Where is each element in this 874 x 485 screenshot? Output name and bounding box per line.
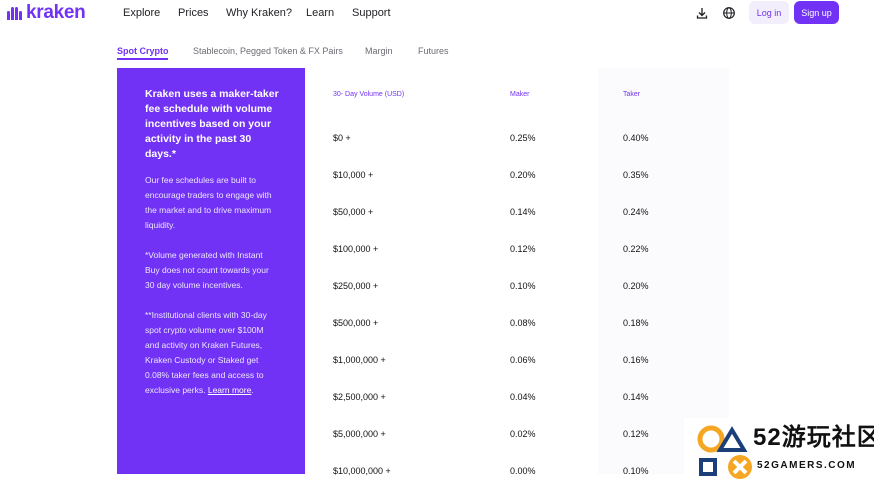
taker-cell: 0.18% <box>623 318 649 328</box>
login-button[interactable]: Log in <box>749 1 789 24</box>
header-volume: 30- Day Volume (USD) <box>333 91 405 98</box>
panel-paragraph-institutional: **Institutional clients with 30-day spot… <box>145 308 277 398</box>
nav-learn[interactable]: Learn <box>306 6 334 20</box>
maker-cell: 0.04% <box>510 392 536 402</box>
kraken-logo-icon <box>7 6 24 20</box>
header-taker: Taker <box>623 91 641 98</box>
tab-spot-crypto[interactable]: Spot Crypto <box>117 44 169 58</box>
maker-cell: 0.02% <box>510 429 536 439</box>
fee-info-panel: Kraken uses a maker-taker fee schedule w… <box>117 68 305 474</box>
volume-cell: $500,000 + <box>333 318 379 328</box>
download-icon[interactable] <box>695 6 709 20</box>
tab-futures[interactable]: Futures <box>418 44 449 58</box>
tab-margin[interactable]: Margin <box>365 44 393 58</box>
taker-cell: 0.24% <box>623 207 649 217</box>
table-row: $10,000,000 + 0.00% 0.10% <box>305 465 729 485</box>
volume-cell: $1,000,000 + <box>333 355 386 365</box>
volume-cell: $10,000 + <box>333 170 374 180</box>
learn-more-suffix: . <box>251 385 254 395</box>
table-row: $50,000 + 0.14% 0.24% <box>305 206 729 243</box>
table-row: $5,000,000 + 0.02% 0.12% <box>305 428 729 465</box>
maker-cell: 0.10% <box>510 281 536 291</box>
nav-prices[interactable]: Prices <box>178 6 209 20</box>
volume-cell: $100,000 + <box>333 244 379 254</box>
header-maker: Maker <box>510 91 530 98</box>
taker-cell: 0.22% <box>623 244 649 254</box>
maker-cell: 0.20% <box>510 170 536 180</box>
table-row: $250,000 + 0.10% 0.20% <box>305 280 729 317</box>
tab-stablecoin[interactable]: Stablecoin, Pegged Token & FX Pairs <box>193 44 343 58</box>
kraken-logo-text: kraken <box>26 2 86 23</box>
top-navbar: kraken Explore Prices Why Kraken? Learn … <box>0 0 874 26</box>
active-tab-indicator <box>117 58 168 60</box>
table-row: $10,000 + 0.20% 0.35% <box>305 169 729 206</box>
institutional-text: **Institutional clients with 30-day spot… <box>145 310 267 395</box>
maker-cell: 0.14% <box>510 207 536 217</box>
table-row: $2,500,000 + 0.04% 0.14% <box>305 391 729 428</box>
volume-cell: $5,000,000 + <box>333 429 386 439</box>
panel-headline: Kraken uses a maker-taker fee schedule w… <box>145 88 279 160</box>
fee-table: 30- Day Volume (USD) Maker Taker $0 + 0.… <box>305 68 729 476</box>
learn-more-link[interactable]: Learn more <box>208 385 251 395</box>
signup-button[interactable]: Sign up <box>794 1 839 24</box>
nav-why-kraken[interactable]: Why Kraken? <box>226 6 292 20</box>
panel-paragraph-instant-buy: *Volume generated with Instant Buy does … <box>145 250 269 290</box>
maker-cell: 0.12% <box>510 244 536 254</box>
nav-explore[interactable]: Explore <box>123 6 160 20</box>
watermark-logo-icon <box>697 425 752 479</box>
taker-cell: 0.40% <box>623 133 649 143</box>
table-row: $100,000 + 0.12% 0.22% <box>305 243 729 280</box>
volume-cell: $2,500,000 + <box>333 392 386 402</box>
volume-cell: $250,000 + <box>333 281 379 291</box>
volume-cell: $0 + <box>333 133 351 143</box>
taker-cell: 0.16% <box>623 355 649 365</box>
taker-cell: 0.14% <box>623 392 649 402</box>
maker-cell: 0.25% <box>510 133 536 143</box>
taker-cell: 0.12% <box>623 429 649 439</box>
taker-cell: 0.10% <box>623 466 649 476</box>
table-row: $1,000,000 + 0.06% 0.16% <box>305 354 729 391</box>
nav-support[interactable]: Support <box>352 6 391 20</box>
volume-cell: $10,000,000 + <box>333 466 391 476</box>
watermark-text: 52游玩社区 <box>753 424 874 451</box>
globe-icon[interactable] <box>722 6 736 20</box>
maker-cell: 0.08% <box>510 318 536 328</box>
table-row: $500,000 + 0.08% 0.18% <box>305 317 729 354</box>
volume-cell: $50,000 + <box>333 207 374 217</box>
maker-cell: 0.00% <box>510 466 536 476</box>
maker-cell: 0.06% <box>510 355 536 365</box>
kraken-logo[interactable]: kraken <box>7 2 86 23</box>
panel-paragraph-fees: Our fee schedules are built to encourage… <box>145 175 272 230</box>
taker-cell: 0.20% <box>623 281 649 291</box>
taker-cell: 0.35% <box>623 170 649 180</box>
watermark-subtext: 52GAMERS.COM <box>757 460 857 471</box>
table-row: $0 + 0.25% 0.40% <box>305 132 729 169</box>
